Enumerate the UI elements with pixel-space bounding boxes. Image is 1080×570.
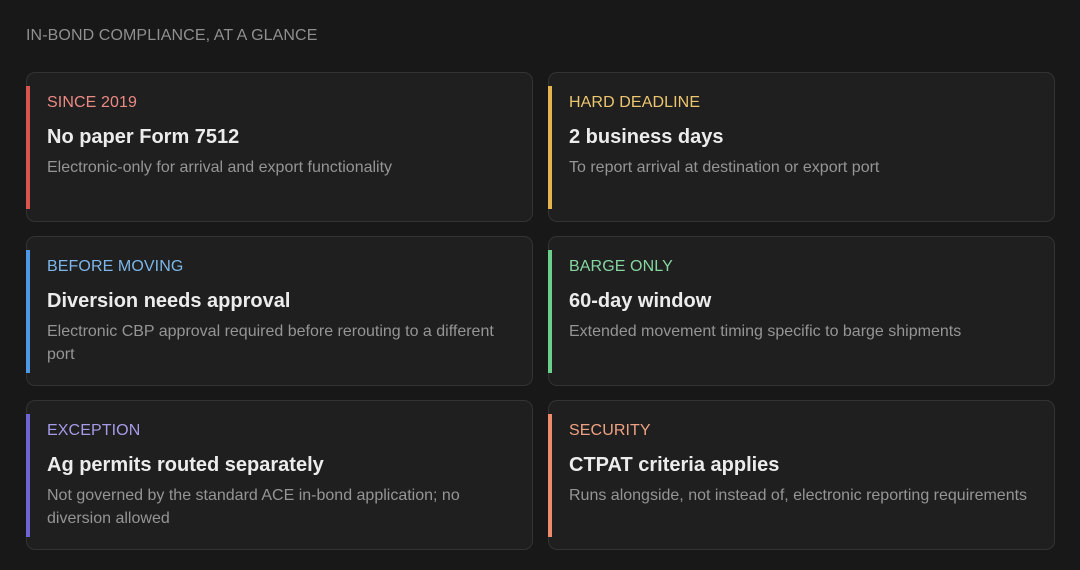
card-body: EXCEPTION Ag permits routed separately N… (47, 422, 514, 530)
compliance-card-diversion: BEFORE MOVING Diversion needs approval E… (25, 236, 533, 386)
card-body: BARGE ONLY 60-day window Extended moveme… (569, 258, 1036, 343)
card-tag: HARD DEADLINE (569, 94, 701, 111)
card-tag: EXCEPTION (47, 422, 141, 439)
card-body: SINCE 2019 No paper Form 7512 Electronic… (47, 94, 514, 179)
compliance-card-paperless: SINCE 2019 No paper Form 7512 Electronic… (25, 72, 533, 222)
card-description: Extended movement timing specific to bar… (569, 323, 962, 340)
card-description: Electronic CBP approval required before … (47, 323, 494, 363)
compliance-card-grid: SINCE 2019 No paper Form 7512 Electronic… (25, 72, 1055, 550)
card-description: To report arrival at destination or expo… (569, 159, 880, 176)
card-accent-bar (25, 86, 30, 209)
card-accent-bar (547, 414, 552, 537)
card-accent-bar (25, 414, 30, 537)
card-description: Runs alongside, not instead of, electron… (569, 487, 1028, 504)
card-description: Not governed by the standard ACE in-bond… (47, 487, 460, 527)
card-tag: SINCE 2019 (47, 94, 137, 111)
card-accent-bar (547, 86, 552, 209)
card-accent-bar (547, 250, 552, 373)
card-body: BEFORE MOVING Diversion needs approval E… (47, 258, 514, 366)
card-body: SECURITY CTPAT criteria applies Runs alo… (569, 422, 1036, 507)
compliance-card-barge: BARGE ONLY 60-day window Extended moveme… (547, 236, 1055, 386)
page-title: IN-BOND COMPLIANCE, AT A GLANCE (26, 27, 318, 44)
card-description: Electronic-only for arrival and export f… (47, 159, 393, 176)
card-body: HARD DEADLINE 2 business days To report … (569, 94, 1036, 179)
card-tag: BARGE ONLY (569, 258, 673, 275)
card-tag: SECURITY (569, 422, 651, 439)
card-headline: No paper Form 7512 (47, 126, 240, 148)
card-headline: Ag permits routed separately (47, 454, 324, 476)
card-headline: CTPAT criteria applies (569, 454, 780, 476)
card-accent-bar (25, 250, 30, 373)
card-headline: 2 business days (569, 126, 724, 148)
card-headline: 60-day window (569, 290, 712, 312)
compliance-card-deadline: HARD DEADLINE 2 business days To report … (547, 72, 1055, 222)
compliance-card-security: SECURITY CTPAT criteria applies Runs alo… (547, 400, 1055, 550)
compliance-card-ag-permits: EXCEPTION Ag permits routed separately N… (25, 400, 533, 550)
card-tag: BEFORE MOVING (47, 258, 184, 275)
card-headline: Diversion needs approval (47, 290, 291, 312)
